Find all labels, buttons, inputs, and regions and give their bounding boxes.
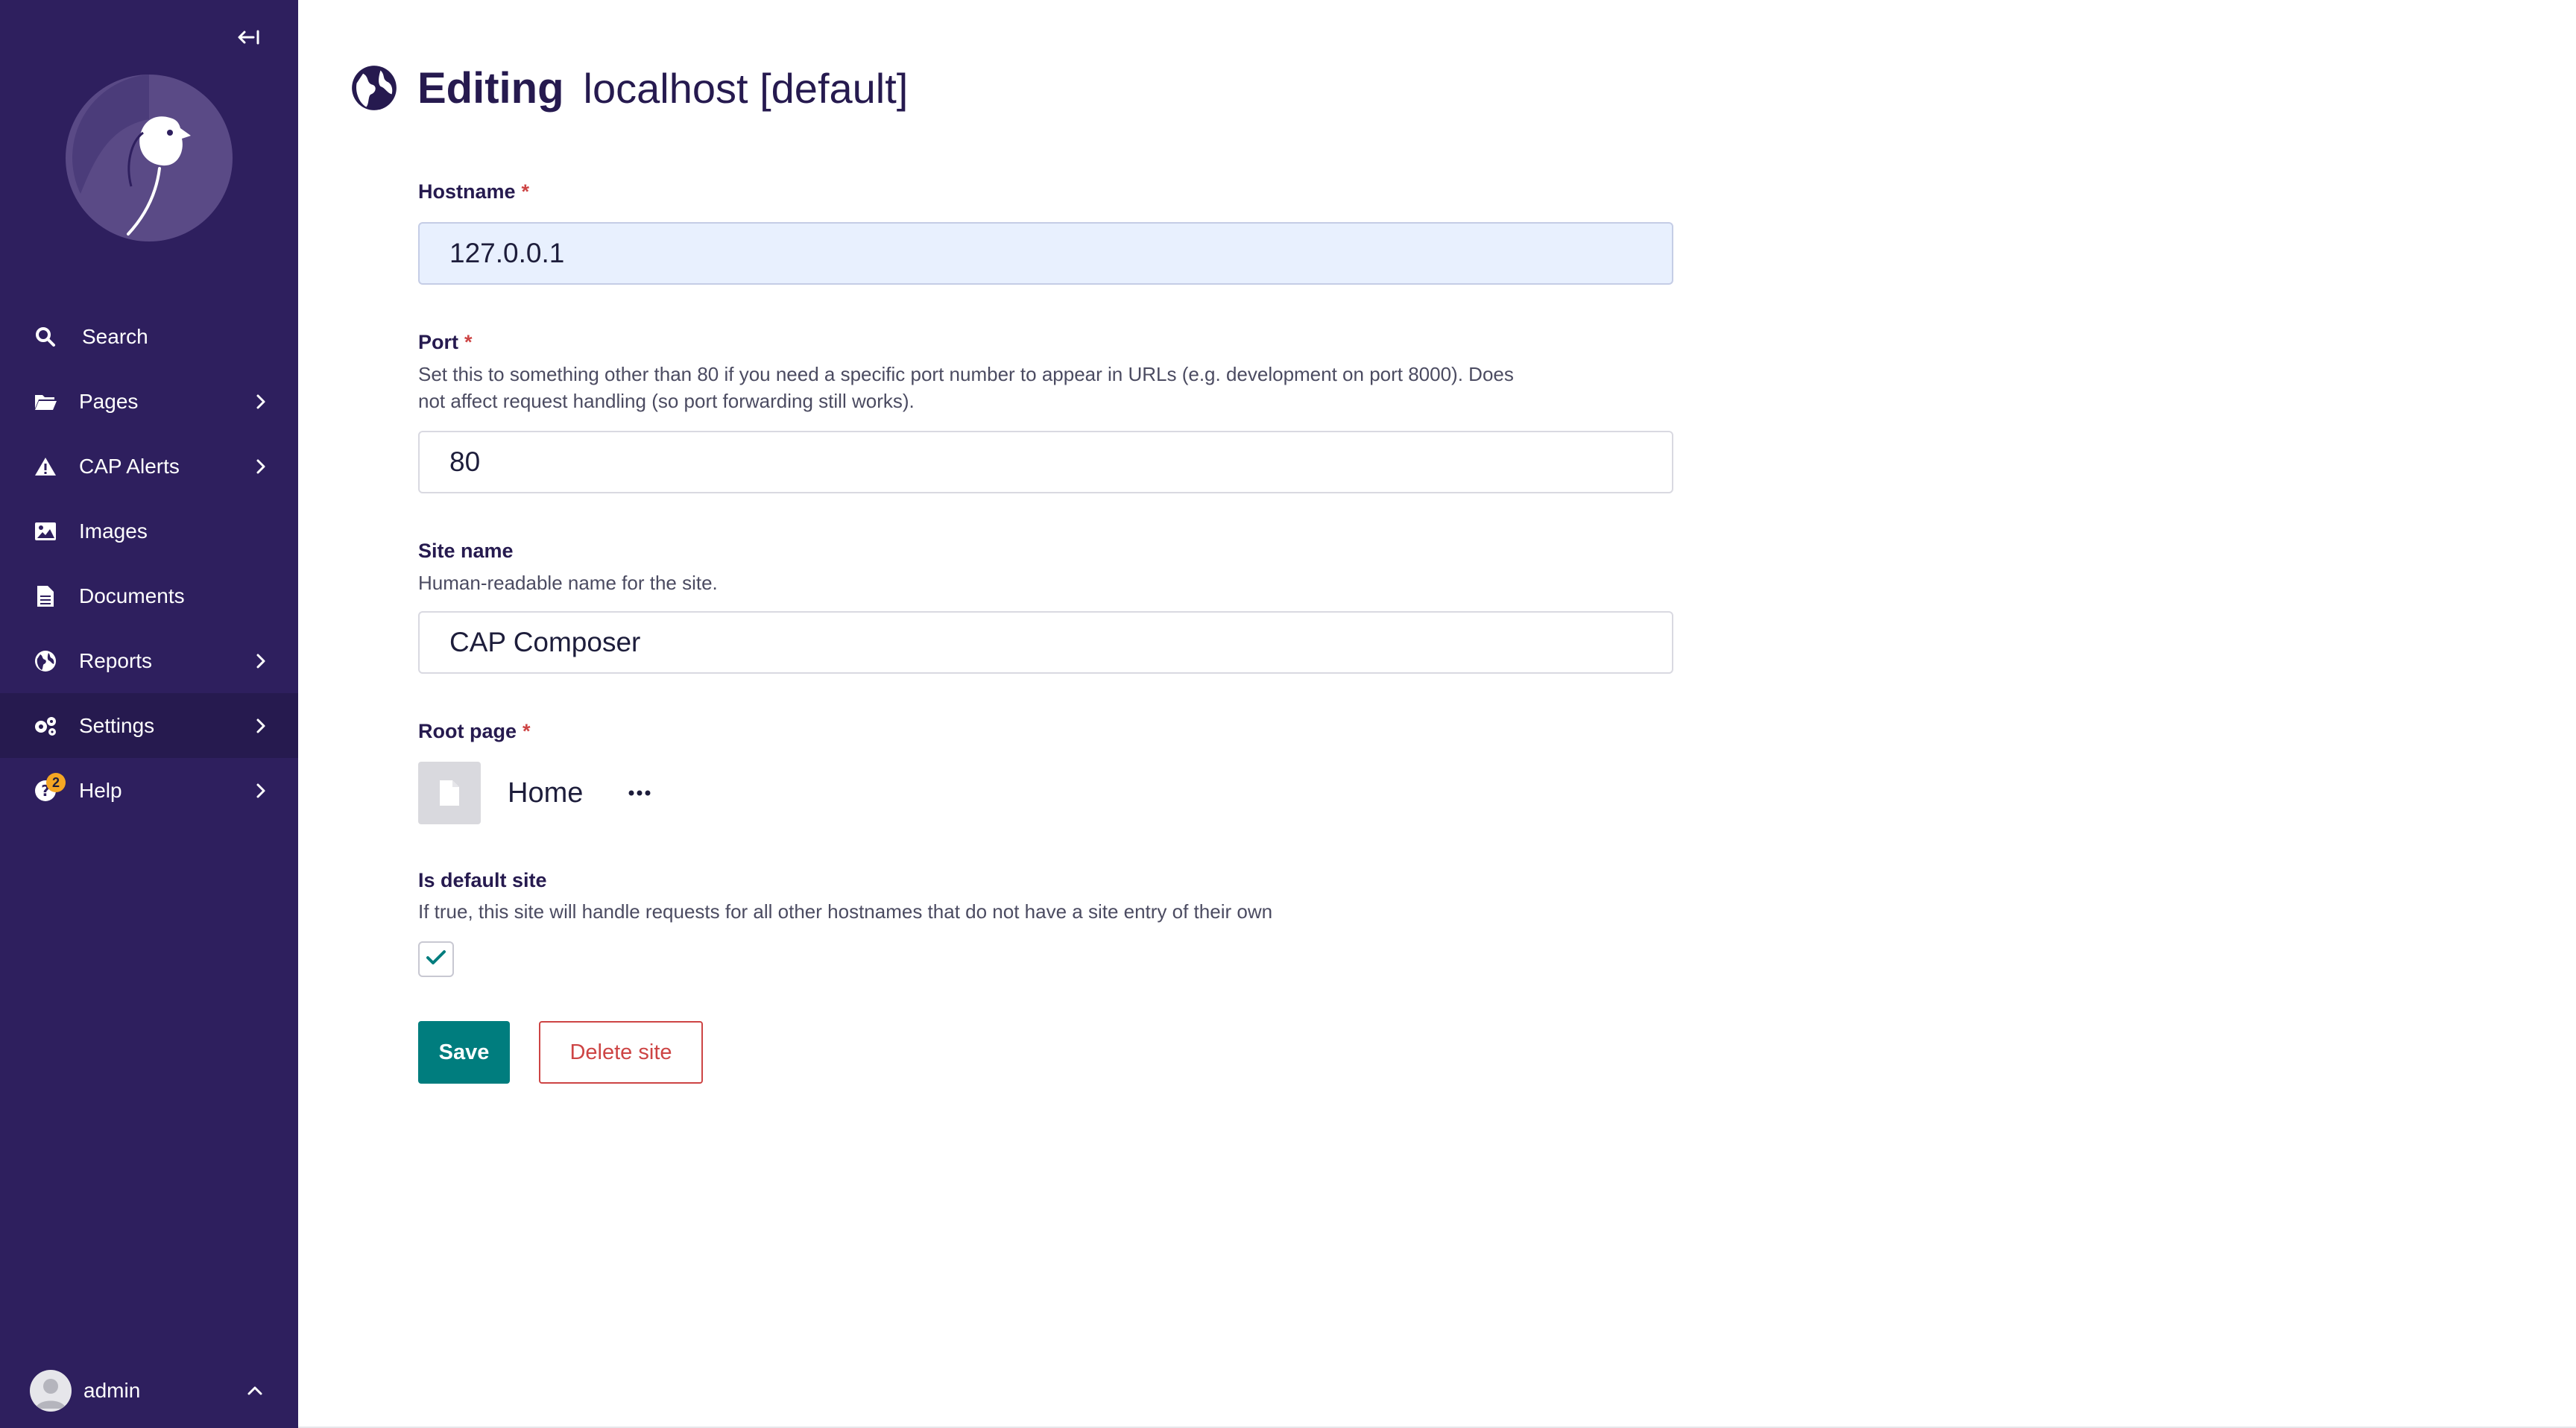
notification-badge: 2 [46, 773, 66, 792]
sidebar-item-images[interactable]: Images [0, 499, 298, 563]
page-header: Editing localhost [default] [350, 61, 908, 115]
document-icon [33, 584, 58, 609]
page-icon [418, 762, 481, 824]
site-name-help-text: Human-readable name for the site. [418, 572, 718, 594]
sidebar-item-help[interactable]: ? 2 Help [0, 758, 298, 823]
checkmark-icon [426, 950, 446, 970]
avatar [30, 1370, 72, 1412]
sidebar-item-reports[interactable]: Reports [0, 628, 298, 693]
port-input[interactable] [418, 431, 1673, 493]
port-label-text: Port [418, 331, 458, 353]
account-menu[interactable]: admin [0, 1368, 298, 1413]
wagtail-logo[interactable] [66, 75, 233, 241]
folder-icon [33, 389, 58, 414]
chevron-right-icon [252, 717, 270, 735]
sidebar-item-settings[interactable]: Settings [0, 693, 298, 758]
cogs-icon [33, 713, 58, 739]
is-default-help-text: If true, this site will handle requests … [418, 900, 1273, 923]
sidebar-item-label: CAP Alerts [79, 454, 180, 478]
more-options-icon[interactable] [625, 778, 654, 808]
sidebar-item-label: Reports [79, 648, 153, 672]
site-name-label: Site name [418, 540, 514, 563]
chevron-right-icon [252, 458, 270, 476]
port-help-text: Set this to something other than 80 if y… [418, 361, 1685, 414]
sidebar-item-label: Settings [79, 713, 155, 737]
delete-site-button[interactable]: Delete site [539, 1021, 703, 1084]
required-marker: * [464, 331, 473, 353]
root-page-title: Home [508, 777, 584, 809]
collapse-sidebar-icon [237, 28, 261, 50]
port-help-line: not affect request handling (so port for… [418, 390, 915, 412]
image-icon [33, 519, 58, 544]
collapse-sidebar-button[interactable] [233, 24, 265, 54]
chevron-up-icon [246, 1382, 264, 1400]
port-help-line: Set this to something other than 80 if y… [418, 363, 1514, 385]
sidebar-nav: Search Pages CAP Alerts Images Documents… [0, 304, 298, 823]
sidebar-item-documents[interactable]: Documents [0, 563, 298, 628]
page-title: Editing [417, 63, 564, 113]
sidebar-item-label: Search [82, 324, 148, 348]
chevron-right-icon [252, 393, 270, 411]
site-name-input[interactable] [418, 611, 1673, 674]
site-name-label-text: Site name [418, 540, 514, 562]
globe-icon [33, 648, 58, 674]
hostname-input[interactable] [418, 222, 1673, 285]
required-marker: * [523, 720, 531, 742]
warning-icon [33, 454, 58, 479]
sidebar-item-label: Images [79, 519, 148, 543]
sidebar-item-pages[interactable]: Pages [0, 369, 298, 434]
sidebar-item-label: Pages [79, 389, 139, 413]
search-icon [33, 324, 58, 350]
chevron-right-icon [252, 652, 270, 670]
hostname-label: Hostname * [418, 180, 529, 203]
sidebar-item-label: Documents [79, 584, 185, 607]
port-label: Port * [418, 331, 473, 354]
root-page-label-text: Root page [418, 720, 517, 742]
is-default-label-text: Is default site [418, 869, 547, 891]
page-subtitle: localhost [default] [583, 64, 909, 112]
sidebar-item-search[interactable]: Search [0, 304, 298, 369]
sidebar: Search Pages CAP Alerts Images Documents… [0, 0, 298, 1428]
save-button[interactable]: Save [418, 1021, 510, 1084]
hostname-label-text: Hostname [418, 180, 516, 203]
sidebar-item-cap-alerts[interactable]: CAP Alerts [0, 434, 298, 499]
account-name: admin [83, 1379, 141, 1402]
root-page-chooser[interactable]: Home [418, 762, 654, 824]
is-default-checkbox[interactable] [418, 941, 454, 977]
chevron-right-icon [252, 782, 270, 800]
is-default-label: Is default site [418, 869, 547, 892]
globe-icon [350, 64, 398, 112]
sidebar-item-label: Help [79, 778, 122, 802]
root-page-label: Root page * [418, 720, 531, 743]
required-marker: * [521, 180, 530, 203]
